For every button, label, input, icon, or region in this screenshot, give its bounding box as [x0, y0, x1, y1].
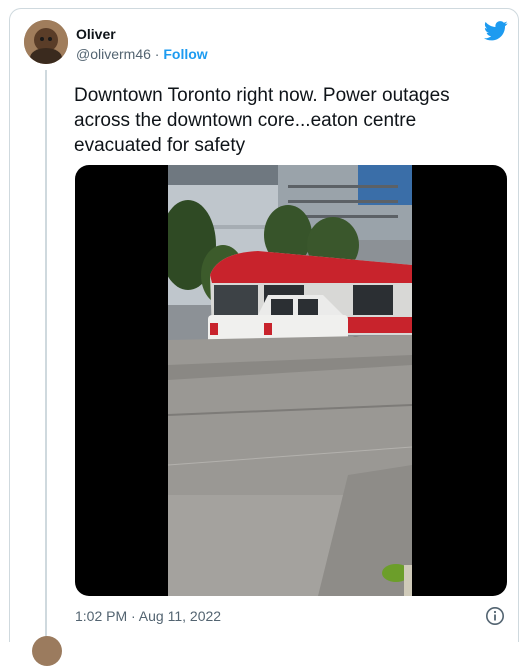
- author-handle[interactable]: @oliverm46: [76, 46, 151, 62]
- video-still: [168, 165, 412, 596]
- follow-button[interactable]: Follow: [163, 46, 207, 62]
- twitter-bird-icon[interactable]: [484, 21, 508, 41]
- avatar[interactable]: [24, 20, 68, 64]
- avatar-image: [24, 20, 68, 64]
- info-icon[interactable]: [485, 606, 505, 626]
- next-tweet-avatar[interactable]: [32, 636, 62, 666]
- tweet-text: Downtown Toronto right now. Power outage…: [74, 85, 450, 156]
- handle-row: @oliverm46 · Follow: [76, 46, 208, 62]
- tweet-timestamp[interactable]: 1:02 PM · Aug 11, 2022: [75, 608, 221, 624]
- author-name[interactable]: Oliver: [76, 26, 116, 42]
- video-frame[interactable]: [168, 165, 412, 596]
- handle-separator: ·: [150, 46, 164, 62]
- thread-line: [45, 70, 47, 642]
- video-player[interactable]: [75, 165, 507, 596]
